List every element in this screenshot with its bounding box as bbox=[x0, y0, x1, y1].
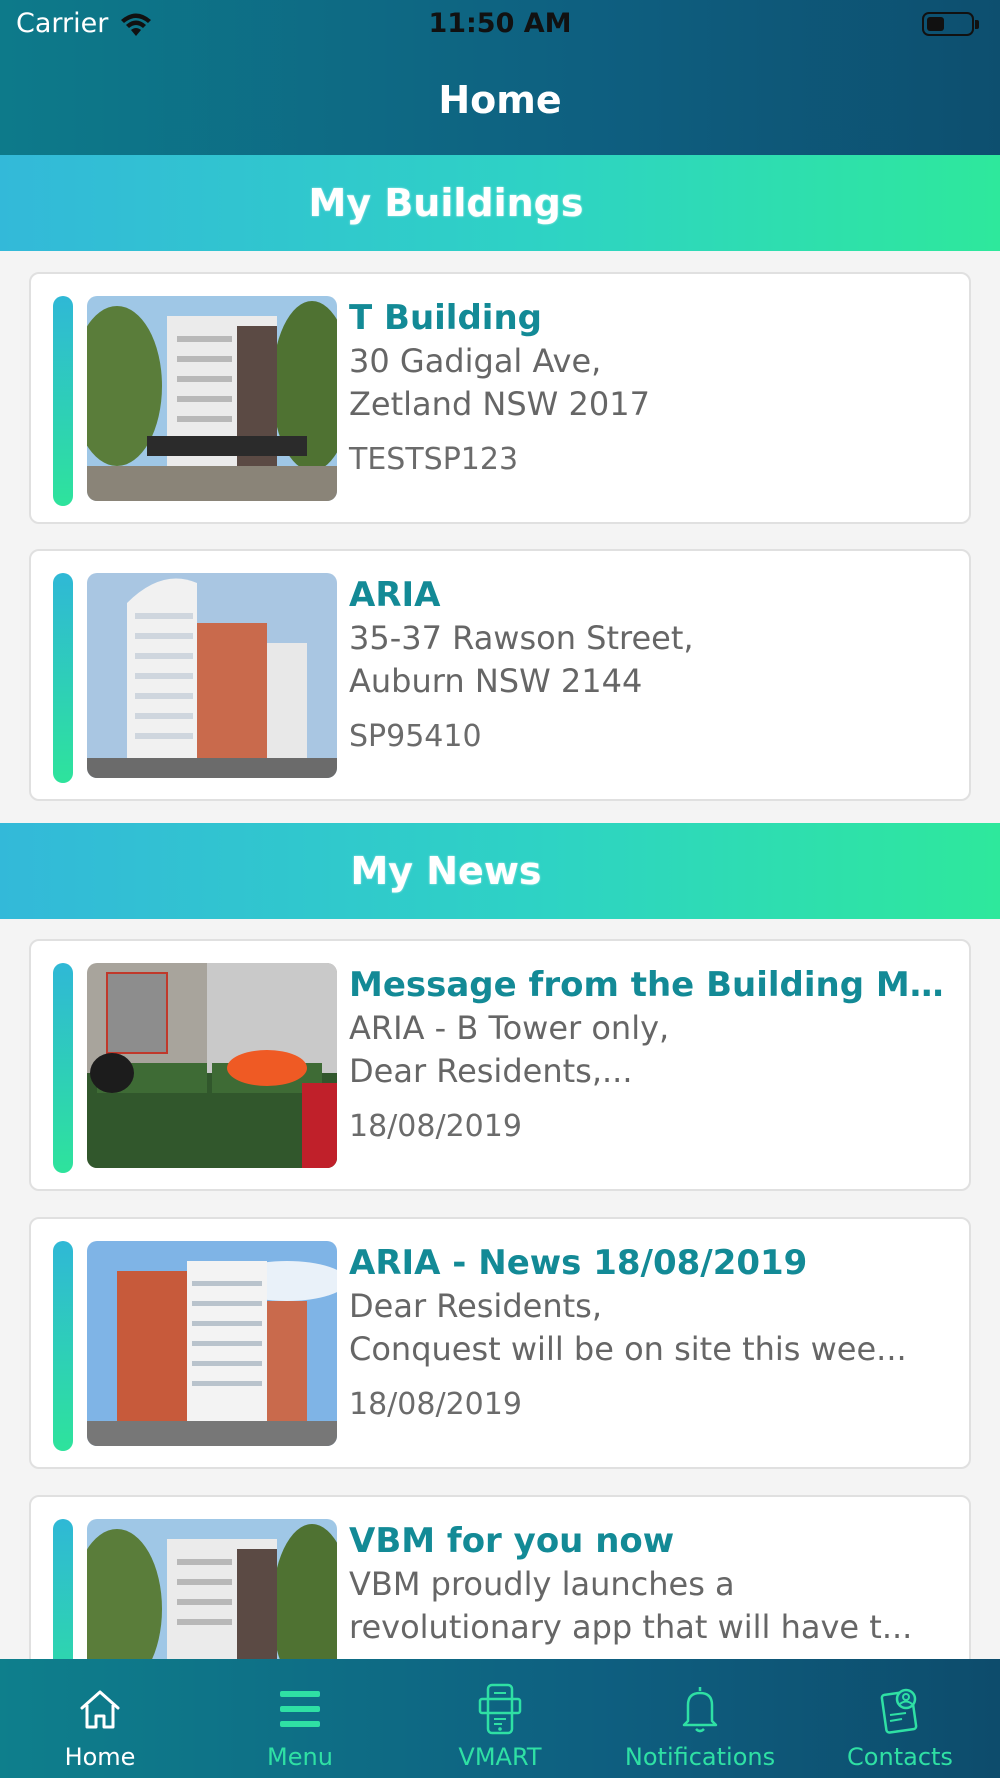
building-photo bbox=[87, 296, 337, 501]
contacts-icon bbox=[872, 1681, 928, 1737]
card-accent-bar bbox=[53, 963, 73, 1173]
bell-icon bbox=[672, 1681, 728, 1737]
app-header: Carrier 11:50 AM Home bbox=[0, 0, 1000, 155]
tab-menu[interactable]: Menu bbox=[200, 1659, 400, 1778]
news-title: VBM for you now bbox=[349, 1521, 675, 1561]
section-banner-news: My News bbox=[0, 823, 1000, 919]
news-photo bbox=[87, 1241, 337, 1446]
news-card[interactable]: Message from the Building Man... ARIA - … bbox=[29, 939, 971, 1191]
section-title-buildings: My Buildings bbox=[308, 181, 584, 225]
tab-home[interactable]: Home bbox=[0, 1659, 200, 1778]
battery-icon bbox=[922, 12, 979, 36]
building-code: SP95410 bbox=[349, 719, 482, 754]
news-excerpt-line2: Dear Residents,... bbox=[349, 1052, 633, 1090]
news-excerpt-line1: ARIA - B Tower only, bbox=[349, 1009, 670, 1047]
building-photo bbox=[87, 573, 337, 778]
building-code: TESTSP123 bbox=[349, 442, 519, 477]
card-accent-bar bbox=[53, 573, 73, 783]
tab-label: Home bbox=[64, 1743, 136, 1771]
page-title: Home bbox=[438, 78, 562, 122]
news-excerpt-line2: Conquest will be on site this wee... bbox=[349, 1330, 907, 1368]
news-title: ARIA - News 18/08/2019 bbox=[349, 1243, 808, 1283]
tab-label: VMART bbox=[458, 1743, 542, 1771]
building-address-line1: 35-37 Rawson Street, bbox=[349, 619, 694, 657]
building-name: ARIA bbox=[349, 575, 441, 615]
building-address-line2: Auburn NSW 2144 bbox=[349, 662, 643, 700]
news-card[interactable]: ARIA - News 18/08/2019 Dear Residents, C… bbox=[29, 1217, 971, 1469]
menu-icon bbox=[272, 1681, 328, 1737]
card-accent-bar bbox=[53, 296, 73, 506]
tab-contacts[interactable]: Contacts bbox=[800, 1659, 1000, 1778]
section-banner-buildings: My Buildings bbox=[0, 155, 1000, 251]
section-title-news: My News bbox=[350, 849, 542, 893]
news-excerpt-line2: revolutionary app that will have t... bbox=[349, 1608, 913, 1646]
tab-notifications[interactable]: Notifications bbox=[600, 1659, 800, 1778]
news-excerpt-line1: VBM proudly launches a bbox=[349, 1565, 735, 1603]
tab-label: Menu bbox=[267, 1743, 333, 1771]
tab-label: Contacts bbox=[847, 1743, 953, 1771]
news-date: 18/08/2019 bbox=[349, 1109, 522, 1144]
building-card[interactable]: ARIA 35-37 Rawson Street, Auburn NSW 214… bbox=[29, 549, 971, 801]
status-time: 11:50 AM bbox=[428, 8, 572, 39]
news-date: 18/08/2019 bbox=[349, 1387, 522, 1422]
news-title: Message from the Building Man... bbox=[349, 965, 959, 1005]
tab-bar: Home Menu VMART Notifications Contacts bbox=[0, 1659, 1000, 1778]
vmart-icon bbox=[472, 1681, 528, 1737]
status-bar: Carrier 11:50 AM bbox=[0, 0, 1000, 50]
card-accent-bar bbox=[53, 1241, 73, 1451]
news-photo bbox=[87, 963, 337, 1168]
tab-vmart[interactable]: VMART bbox=[400, 1659, 600, 1778]
news-excerpt-line1: Dear Residents, bbox=[349, 1287, 602, 1325]
tab-label: Notifications bbox=[624, 1743, 776, 1771]
building-name: T Building bbox=[349, 298, 542, 338]
building-card[interactable]: T Building 30 Gadigal Ave, Zetland NSW 2… bbox=[29, 272, 971, 524]
building-address-line1: 30 Gadigal Ave, bbox=[349, 342, 602, 380]
building-address-line2: Zetland NSW 2017 bbox=[349, 385, 650, 423]
home-icon bbox=[72, 1681, 128, 1737]
